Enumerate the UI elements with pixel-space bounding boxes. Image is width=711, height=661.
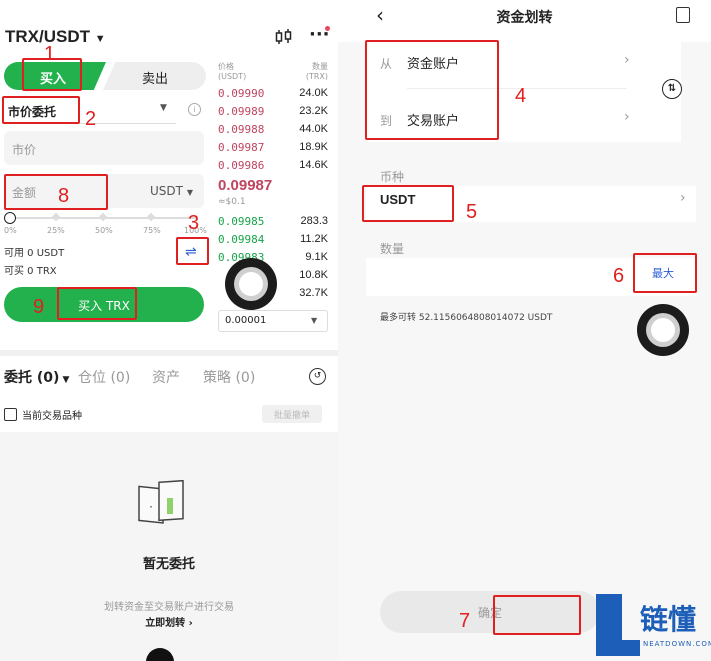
amount-label: 数量	[380, 242, 405, 256]
last-price-fiat: ≈$0.1	[218, 197, 246, 207]
history-icon[interactable]: ↺	[309, 368, 326, 385]
chevron-right-icon: ›	[188, 618, 193, 629]
currency-label: 币种	[380, 170, 405, 184]
ask-qty: 23.2K	[299, 105, 328, 117]
annotation-box	[2, 96, 80, 124]
ask-price[interactable]: 0.09987	[218, 141, 264, 154]
floating-button[interactable]	[637, 304, 689, 356]
ask-qty: 14.6K	[299, 159, 328, 171]
slider-tick-label: 50%	[95, 226, 113, 235]
slider-tick	[146, 212, 156, 222]
annotation-box	[4, 174, 108, 210]
slider-tick	[98, 212, 108, 222]
chevron-right-icon[interactable]: ›	[624, 52, 630, 68]
bid-qty: 10.8K	[299, 269, 328, 281]
annotation-number: 5	[466, 201, 478, 223]
annotation-box	[176, 237, 209, 265]
precision-select[interactable]: 0.00001 ▼	[218, 310, 328, 332]
ask-qty: 24.0K	[299, 87, 328, 99]
tab-strategy[interactable]: 策略 (0)	[203, 367, 255, 387]
watermark-domain: NEATDOWN.COM	[643, 640, 711, 648]
slider-tick-label: 75%	[143, 226, 161, 235]
annotation-number: 7	[459, 610, 471, 632]
ask-price[interactable]: 0.09989	[218, 105, 264, 118]
chevron-down-icon: ▼	[94, 33, 106, 45]
bid-qty: 32.7K	[299, 287, 328, 299]
page-title: 资金划转	[496, 10, 553, 26]
amount-unit[interactable]: USDT ▼	[150, 184, 193, 198]
chevron-right-icon: ›	[680, 190, 686, 206]
watermark-brand: 链懂	[640, 603, 697, 636]
ask-qty: 44.0K	[299, 123, 328, 135]
batch-cancel-button[interactable]: 批量撤单	[262, 405, 322, 423]
annotation-box	[365, 40, 499, 140]
floating-button[interactable]	[225, 258, 277, 310]
tab-positions[interactable]: 仓位 (0)	[78, 367, 130, 387]
empty-description: 划转资金至交易账户进行交易	[104, 602, 234, 613]
annotation-number: 9	[33, 296, 45, 318]
transfer-now-label: 立即划转	[145, 618, 186, 629]
annotation-number: 4	[515, 85, 527, 107]
bid-qty: 283.3	[300, 215, 328, 227]
caret-down-icon: ▼	[160, 103, 167, 113]
chevron-right-icon[interactable]: ›	[624, 109, 630, 125]
info-icon[interactable]: i	[188, 103, 201, 116]
annotation-number: 6	[613, 265, 625, 287]
batch-cancel-label: 批量撤单	[273, 411, 310, 421]
ask-qty: 18.9K	[299, 141, 328, 153]
orderbook-qty-header: 数量 (TRX)	[305, 62, 328, 81]
price-input[interactable]: 市价	[4, 131, 204, 165]
last-price: 0.09987	[218, 177, 273, 194]
slider-tick	[51, 212, 61, 222]
swap-icon[interactable]: ⇅	[662, 79, 682, 99]
empty-title: 暂无委托	[142, 557, 195, 572]
ask-price[interactable]: 0.09986	[218, 159, 264, 172]
transfer-now-link[interactable]: 立即划转 ›	[0, 614, 338, 629]
sell-tab-label: 卖出	[142, 72, 169, 87]
annotation-number: 2	[85, 108, 97, 130]
pair-title[interactable]: TRX/USDT ▼	[5, 27, 106, 47]
section-divider	[0, 350, 338, 356]
buyable-amount: 可买 0 TRX	[4, 266, 57, 277]
notification-dot	[325, 26, 330, 31]
watermark-logo-base	[596, 640, 640, 656]
caret-down-icon: ▼	[311, 316, 318, 325]
price-placeholder: 市价	[12, 143, 37, 157]
bid-price[interactable]: 0.09984	[218, 233, 264, 246]
tab-assets[interactable]: 资产	[152, 367, 180, 387]
caret-down-icon: ▼	[186, 188, 193, 197]
annotation-number: 1	[44, 43, 56, 65]
annotation-box	[57, 287, 137, 320]
annotation-number: 8	[58, 185, 70, 207]
annotation-box	[633, 253, 697, 293]
annotation-box	[493, 595, 581, 635]
amount-unit-label: USDT	[150, 184, 183, 198]
slider-tick-label: 0%	[4, 226, 17, 235]
orderbook-price-header: 价格 (USDT)	[218, 62, 247, 81]
bid-price[interactable]: 0.09985	[218, 215, 264, 228]
current-pair-checkbox[interactable]	[4, 408, 17, 421]
available-balance: 可用 0 USDT	[4, 248, 65, 259]
caret-down-icon: ▼	[59, 375, 70, 385]
tab-orders-label: 委托 (0)	[4, 370, 60, 386]
record-icon[interactable]	[676, 7, 690, 23]
current-pair-label: 当前交易品种	[22, 411, 82, 422]
annotation-box	[362, 185, 454, 222]
svg-text:·: ·	[148, 502, 154, 513]
slider-tick-label: 25%	[47, 226, 65, 235]
candlestick-chart-icon[interactable]	[274, 28, 294, 46]
ask-price[interactable]: 0.09990	[218, 87, 264, 100]
slider-handle[interactable]	[4, 212, 16, 224]
tab-orders[interactable]: 委托 (0) ▼	[4, 367, 69, 387]
annotation-number: 3	[188, 212, 200, 234]
empty-document-icon: ·	[135, 480, 195, 532]
precision-value: 0.00001	[225, 315, 267, 326]
bid-qty: 11.2K	[300, 233, 328, 245]
max-transferable: 最多可转 52.1156064808014072 USDT	[380, 313, 553, 323]
ask-price[interactable]: 0.09988	[218, 123, 264, 136]
bid-qty: 9.1K	[305, 251, 328, 263]
